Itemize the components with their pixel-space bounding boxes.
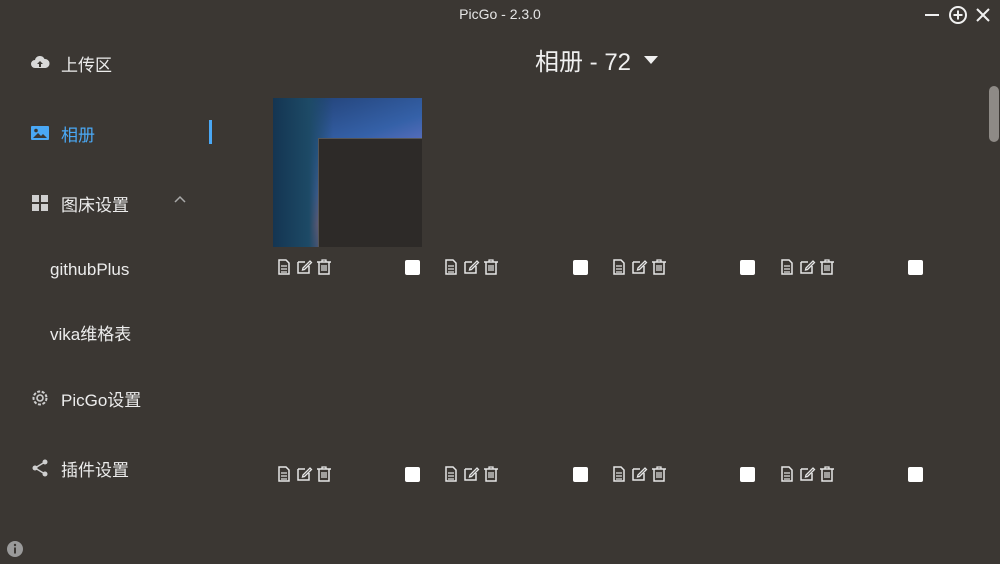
item-actions (778, 465, 838, 483)
grid-icon (30, 193, 50, 213)
image-thumbnail[interactable] (273, 98, 422, 247)
sidebar: 上传区 相册 图床设置 githubPlus vika维格表 PicGo设置 插… (0, 28, 230, 564)
image-icon (30, 123, 50, 143)
gear-icon (30, 388, 50, 408)
album-title-text: 相册 - 72 (535, 49, 632, 76)
delete-icon[interactable] (818, 465, 836, 483)
delete-icon[interactable] (315, 465, 333, 483)
item-actions (778, 258, 838, 276)
item-actions (610, 465, 670, 483)
edit-icon[interactable] (295, 258, 313, 276)
minimize-icon[interactable] (922, 5, 942, 25)
window-title: PicGo - 2.3.0 (459, 6, 541, 22)
sidebar-item-label: 插件设置 (61, 460, 129, 480)
select-checkbox[interactable] (573, 260, 588, 275)
caret-down-icon (644, 55, 659, 64)
select-checkbox[interactable] (573, 467, 588, 482)
edit-icon[interactable] (295, 465, 313, 483)
item-actions (275, 465, 335, 483)
scrollbar[interactable] (989, 86, 999, 142)
active-indicator (209, 120, 212, 144)
edit-icon[interactable] (630, 258, 648, 276)
cloud-upload-icon (30, 53, 50, 73)
select-checkbox[interactable] (405, 260, 420, 275)
select-checkbox[interactable] (908, 467, 923, 482)
copy-link-icon[interactable] (778, 258, 796, 276)
sidebar-item-label: vika维格表 (50, 324, 132, 344)
sidebar-item-picbed-settings[interactable]: 图床设置 (30, 189, 129, 217)
close-icon[interactable] (973, 5, 993, 25)
copy-link-icon[interactable] (442, 465, 460, 483)
delete-icon[interactable] (315, 258, 333, 276)
delete-icon[interactable] (650, 465, 668, 483)
item-actions (442, 258, 502, 276)
sidebar-item-githubplus[interactable]: githubPlus (50, 256, 129, 284)
title-bar: PicGo - 2.3.0 (0, 0, 1000, 28)
chevron-up-icon[interactable] (173, 194, 187, 204)
select-checkbox[interactable] (740, 467, 755, 482)
edit-icon[interactable] (630, 465, 648, 483)
select-checkbox[interactable] (405, 467, 420, 482)
edit-icon[interactable] (462, 258, 480, 276)
delete-icon[interactable] (818, 258, 836, 276)
delete-icon[interactable] (650, 258, 668, 276)
sidebar-item-plugin-settings[interactable]: 插件设置 (30, 454, 129, 482)
copy-link-icon[interactable] (275, 465, 293, 483)
copy-link-icon[interactable] (610, 465, 628, 483)
sidebar-item-label: githubPlus (50, 260, 130, 279)
copy-link-icon[interactable] (778, 465, 796, 483)
item-actions (275, 258, 335, 276)
select-checkbox[interactable] (740, 260, 755, 275)
copy-link-icon[interactable] (610, 258, 628, 276)
sidebar-item-label: 相册 (61, 125, 95, 145)
copy-link-icon[interactable] (442, 258, 460, 276)
item-actions (610, 258, 670, 276)
edit-icon[interactable] (798, 258, 816, 276)
sidebar-item-label: 上传区 (61, 55, 112, 75)
gallery-main: 相册 - 72 (230, 28, 1000, 564)
sidebar-item-upload[interactable]: 上传区 (30, 49, 112, 77)
copy-link-icon[interactable] (275, 258, 293, 276)
share-icon (30, 458, 50, 478)
select-checkbox[interactable] (908, 260, 923, 275)
maximize-icon[interactable] (948, 5, 968, 25)
info-icon[interactable] (6, 540, 24, 558)
sidebar-item-picgo-settings[interactable]: PicGo设置 (30, 384, 141, 412)
edit-icon[interactable] (798, 465, 816, 483)
delete-icon[interactable] (482, 465, 500, 483)
sidebar-item-label: PicGo设置 (61, 390, 142, 410)
sidebar-item-label: 图床设置 (61, 195, 129, 215)
sidebar-item-vika[interactable]: vika维格表 (50, 318, 131, 346)
album-title[interactable]: 相册 - 72 (535, 42, 659, 77)
item-actions (442, 465, 502, 483)
edit-icon[interactable] (462, 465, 480, 483)
delete-icon[interactable] (482, 258, 500, 276)
sidebar-item-gallery[interactable]: 相册 (30, 119, 95, 147)
